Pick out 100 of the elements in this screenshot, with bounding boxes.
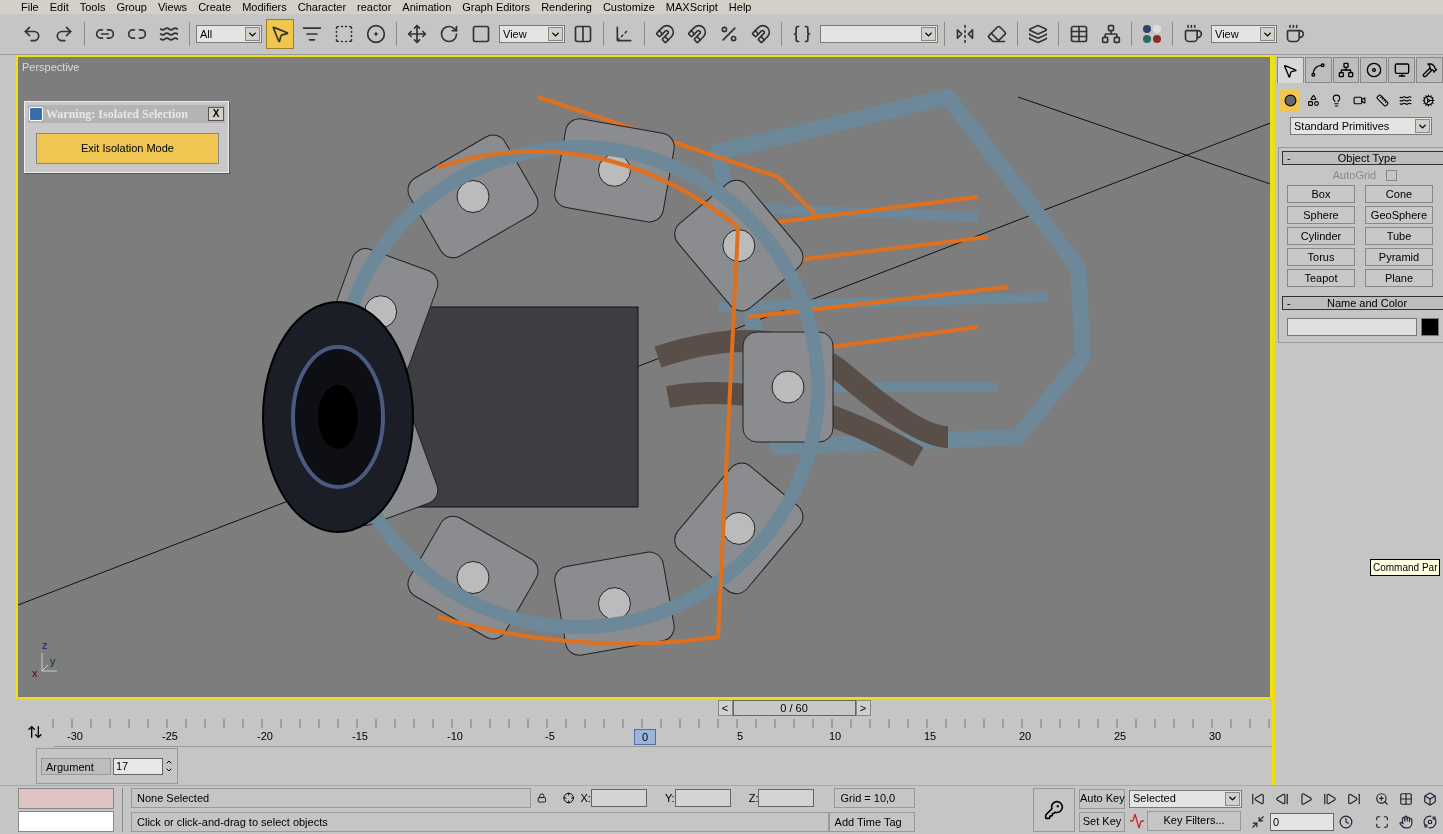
- menu-item[interactable]: Group: [116, 0, 147, 14]
- frame-label: -20: [256, 729, 274, 743]
- layers-icon: [1028, 24, 1048, 44]
- close-button[interactable]: X: [208, 107, 224, 121]
- object-category-dropdown[interactable]: Standard Primitives: [1290, 117, 1432, 135]
- set-key-button[interactable]: [1033, 788, 1075, 832]
- menu-item[interactable]: Create: [198, 0, 232, 14]
- primitive-button[interactable]: Plane: [1365, 269, 1433, 287]
- auto-key-button[interactable]: Auto Key: [1079, 788, 1125, 809]
- menu-item[interactable]: Customize: [602, 0, 655, 14]
- pointer-button[interactable]: [266, 19, 294, 49]
- set-key-mode-button[interactable]: Set Key: [1079, 811, 1125, 832]
- object-name-field[interactable]: [1287, 318, 1417, 336]
- argument-spinner[interactable]: 17: [113, 757, 163, 775]
- orbit-icon: [1423, 814, 1437, 829]
- axis-tripod-icon: [38, 651, 58, 673]
- time-configuration-icon: [1339, 814, 1353, 829]
- primitive-button[interactable]: Tube: [1365, 227, 1433, 245]
- cog-icon: [1421, 93, 1435, 107]
- schematic-icon: [1101, 24, 1121, 44]
- hammer-icon: [1421, 62, 1438, 78]
- frame-label: 20: [1017, 729, 1033, 743]
- toolbar-dropdown[interactable]: View: [1211, 25, 1277, 43]
- primitive-button[interactable]: Torus: [1287, 248, 1355, 266]
- toolbar-dropdown[interactable]: All: [196, 25, 262, 43]
- go-to-end-icon: [1347, 791, 1361, 806]
- key-icon: [1044, 800, 1064, 820]
- track-bar[interactable]: -30 -25 -20 -15 -10 -5 0 5 10 15 20 25 30: [54, 717, 1272, 747]
- axis-label: y: [50, 654, 56, 669]
- key-filters-button[interactable]: Key Filters...: [1147, 810, 1241, 831]
- disc-icon: [1365, 62, 1382, 78]
- command-panel-tab[interactable]: [1388, 57, 1416, 83]
- redo-icon: [54, 24, 74, 44]
- curve-icon[interactable]: [1129, 812, 1145, 829]
- category-button[interactable]: [1280, 89, 1300, 111]
- spheres-icon: [1142, 24, 1162, 44]
- selection-status: None Selected: [131, 788, 532, 808]
- magnet-icon: [655, 24, 675, 44]
- object-color-swatch[interactable]: [1421, 318, 1439, 336]
- coordinate-label: X:: [580, 790, 591, 806]
- circle-dot-icon: [366, 24, 386, 44]
- previous-frame-button[interactable]: <: [717, 700, 733, 716]
- frame-label: 0: [634, 729, 656, 745]
- field-of-view-icon: [1375, 814, 1389, 829]
- menu-item[interactable]: Rendering: [541, 0, 592, 14]
- shapes-icon: [1306, 93, 1320, 107]
- crosshair-icon[interactable]: [563, 791, 575, 805]
- scale-icon: [471, 24, 491, 44]
- menu-item[interactable]: Modifiers: [242, 0, 287, 14]
- key-mode-icon: [1251, 814, 1265, 829]
- rollout-header[interactable]: - Object Type: [1282, 151, 1443, 165]
- primitive-button[interactable]: Pyramid: [1365, 248, 1433, 266]
- menu-item[interactable]: Edit: [49, 0, 69, 14]
- rotate-icon: [439, 24, 459, 44]
- lock-icon[interactable]: [537, 792, 548, 804]
- add-time-tag-button[interactable]: Add Time Tag: [828, 812, 915, 832]
- time-slider-thumb[interactable]: 0 / 60: [732, 700, 856, 716]
- menu-item[interactable]: Character: [297, 0, 347, 14]
- frame-label: 15: [922, 729, 938, 743]
- axis-label: z: [42, 638, 48, 653]
- menu-item[interactable]: File: [21, 0, 39, 14]
- dashed-square-icon: [334, 24, 354, 44]
- current-frame-field[interactable]: 0: [1270, 812, 1334, 831]
- primitive-button[interactable]: Sphere: [1287, 206, 1355, 224]
- menu-item[interactable]: MAXScript: [665, 0, 718, 14]
- primitive-button[interactable]: Cone: [1365, 185, 1433, 203]
- key-mode-dropdown[interactable]: Selected: [1129, 789, 1242, 808]
- rollout-header[interactable]: - Name and Color: [1282, 296, 1443, 310]
- coordinate-field[interactable]: [590, 789, 647, 807]
- coordinate-field[interactable]: [758, 789, 815, 807]
- prompt-text: Click or click-and-drag to select objects: [131, 812, 829, 832]
- menu-item[interactable]: Help: [728, 0, 752, 14]
- command-panel-tab[interactable]: [1332, 57, 1360, 83]
- axis-icon: [614, 24, 634, 44]
- command-panel-tab[interactable]: [1304, 57, 1332, 83]
- command-panel-tab[interactable]: [1277, 57, 1304, 83]
- primitive-button[interactable]: GeoSphere: [1365, 206, 1433, 224]
- menu-item[interactable]: Views: [157, 0, 188, 14]
- command-panel-tab[interactable]: [1360, 57, 1388, 83]
- coordinate-label: Z:: [748, 790, 759, 806]
- mirror-icon: [955, 24, 975, 44]
- menu-item[interactable]: Tools: [79, 0, 106, 14]
- toolbar-dropdown[interactable]: View: [499, 25, 565, 43]
- command-panel-tab[interactable]: [1416, 57, 1443, 83]
- go-to-start-icon: [1251, 791, 1265, 806]
- menu-item[interactable]: Graph Editors: [462, 0, 531, 14]
- menu-item[interactable]: reactor: [357, 0, 392, 14]
- primitive-button[interactable]: Box: [1287, 185, 1355, 203]
- script-listener-field[interactable]: [18, 788, 114, 809]
- list-filter-icon: [302, 24, 322, 44]
- toolbar-dropdown[interactable]: [820, 25, 938, 43]
- coordinate-field[interactable]: [674, 789, 731, 807]
- play-icon: [1299, 791, 1313, 806]
- script-listener-field[interactable]: [18, 811, 114, 832]
- frame-label: 10: [827, 729, 843, 743]
- menu-item[interactable]: Animation: [402, 0, 452, 14]
- primitive-button[interactable]: Cylinder: [1287, 227, 1355, 245]
- exit-isolation-button[interactable]: Exit Isolation Mode: [36, 133, 219, 164]
- primitive-button[interactable]: Teapot: [1287, 269, 1355, 287]
- next-frame-icon: [1323, 791, 1337, 806]
